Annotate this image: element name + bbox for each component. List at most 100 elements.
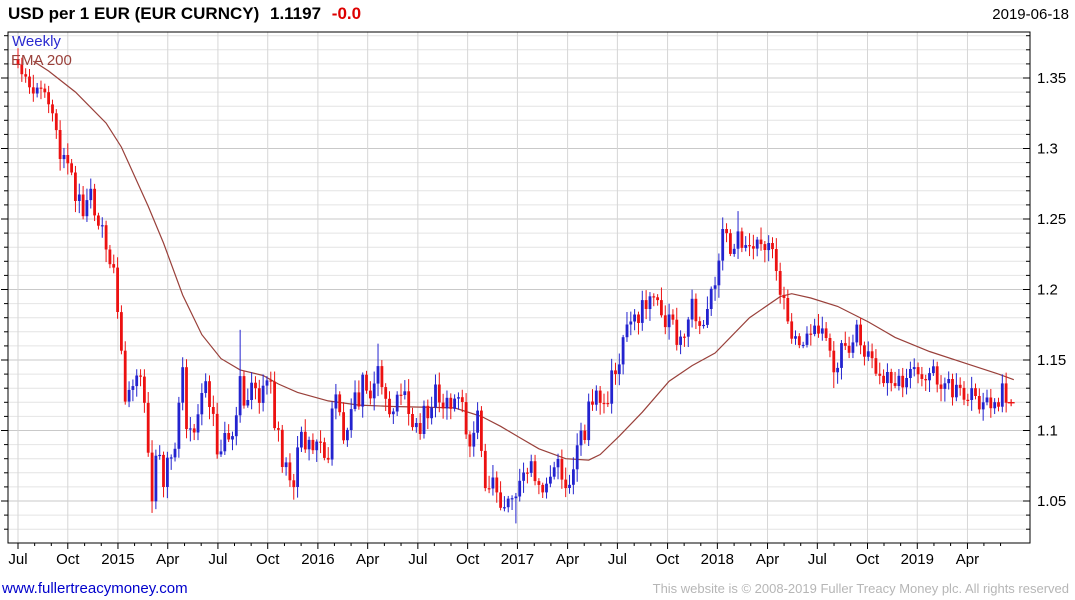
candle-body — [832, 350, 836, 373]
candle-body — [120, 312, 123, 351]
candle-body — [24, 74, 28, 77]
copyright-text: This website is © 2008-2019 Fuller Treac… — [652, 581, 1069, 596]
candle-body — [698, 321, 702, 326]
candle-body — [594, 390, 598, 405]
x-axis-tick-label: Oct — [256, 551, 280, 568]
candle-body — [794, 336, 797, 339]
y-axis-tick-label: 1.05 — [1037, 493, 1066, 510]
candle-body — [495, 477, 499, 493]
candle-body — [391, 411, 395, 415]
candle-body — [928, 373, 931, 381]
candle-body — [277, 428, 280, 430]
candle-body — [265, 380, 269, 386]
candle-body — [729, 233, 732, 254]
candle-body — [621, 337, 625, 365]
candle-body — [809, 333, 813, 335]
x-axis-tick-label: 2015 — [101, 551, 134, 568]
candle-body — [713, 285, 717, 289]
candle-body — [675, 319, 679, 345]
candle-body — [338, 394, 342, 413]
candle-body — [104, 225, 108, 250]
candle-body — [93, 188, 96, 216]
x-axis-tick-label: Oct — [856, 551, 880, 568]
candle-body — [303, 431, 307, 450]
candle-body — [759, 239, 763, 245]
candle-body — [725, 229, 728, 234]
candle-body — [77, 194, 81, 201]
candle-body — [958, 384, 962, 388]
candle-body — [974, 388, 977, 396]
candle-body — [100, 225, 104, 227]
x-axis-tick-label: Jul — [608, 551, 627, 568]
x-axis: Jul Oct 2015 Apr Jul Oct 2016 Apr Jul Oct 2017 Apr J… — [8, 543, 1002, 568]
candle-body — [981, 402, 985, 410]
x-axis-tick-label: Apr — [156, 551, 179, 568]
candle-body — [840, 343, 843, 368]
candle-body — [786, 298, 790, 322]
candle-body — [985, 397, 989, 403]
candle-body — [629, 321, 633, 325]
candle-body — [334, 394, 338, 409]
chart-area: 1.05 1.1 1.15 1.2 1.25 1.3 1.35 Jul Oct 2015 Apr Ju… — [0, 0, 1075, 600]
candle-body — [579, 430, 583, 446]
candle-body — [357, 392, 361, 407]
candle-body — [602, 402, 606, 405]
candle-body — [702, 324, 705, 327]
candle-body — [813, 325, 816, 335]
candle-body — [717, 260, 721, 286]
candle-body — [437, 384, 441, 403]
candle-body — [656, 297, 659, 301]
website-link[interactable]: www.fullertreacymoney.com — [2, 580, 188, 597]
x-axis-tick-label: Apr — [356, 551, 379, 568]
candle-body — [549, 476, 552, 484]
candle-body — [464, 402, 468, 435]
candle-body — [127, 389, 131, 402]
candle-body — [70, 163, 73, 173]
candle-body — [58, 130, 62, 159]
candle-body — [211, 407, 215, 414]
candle-body — [85, 200, 89, 217]
candle-body — [307, 439, 311, 450]
candle-body — [763, 244, 767, 250]
x-axis-tick-label: 2016 — [301, 551, 334, 568]
candle-body — [480, 410, 483, 451]
candle-body — [522, 472, 525, 481]
candle-body — [847, 345, 851, 353]
candle-body — [916, 367, 920, 375]
candle-body — [89, 188, 93, 201]
grid-minor-horizontal — [8, 35, 1030, 530]
candle-body — [288, 462, 292, 481]
candle-body — [185, 367, 188, 430]
x-axis-tick-label: Apr — [556, 551, 579, 568]
candle-body — [533, 461, 537, 482]
candle-body — [150, 452, 154, 502]
candle-body — [767, 243, 771, 251]
candle-body — [744, 245, 748, 248]
candle-body — [614, 370, 617, 375]
candle-body — [797, 336, 801, 346]
candle-body — [376, 366, 380, 384]
candle-body — [246, 400, 250, 406]
candle-body — [552, 467, 556, 477]
candlestick-series — [16, 48, 1008, 524]
candle-body — [541, 484, 545, 493]
candle-body — [648, 296, 652, 309]
candle-body — [326, 457, 330, 460]
candle-body — [219, 451, 223, 455]
candle-body — [572, 469, 575, 485]
candle-body — [204, 381, 208, 393]
candle-body — [924, 379, 928, 381]
candle-body — [441, 402, 445, 409]
x-axis-tick-label: Jul — [408, 551, 427, 568]
candle-body — [537, 481, 541, 485]
candle-body — [200, 393, 204, 415]
candle-body — [882, 375, 885, 384]
candle-body — [208, 381, 211, 407]
candle-body — [736, 231, 740, 249]
candle-body — [587, 401, 591, 441]
candle-body — [411, 414, 414, 428]
candle-body — [31, 87, 35, 94]
candle-body — [583, 430, 587, 440]
candle-body — [296, 447, 299, 487]
candle-body — [35, 87, 39, 94]
